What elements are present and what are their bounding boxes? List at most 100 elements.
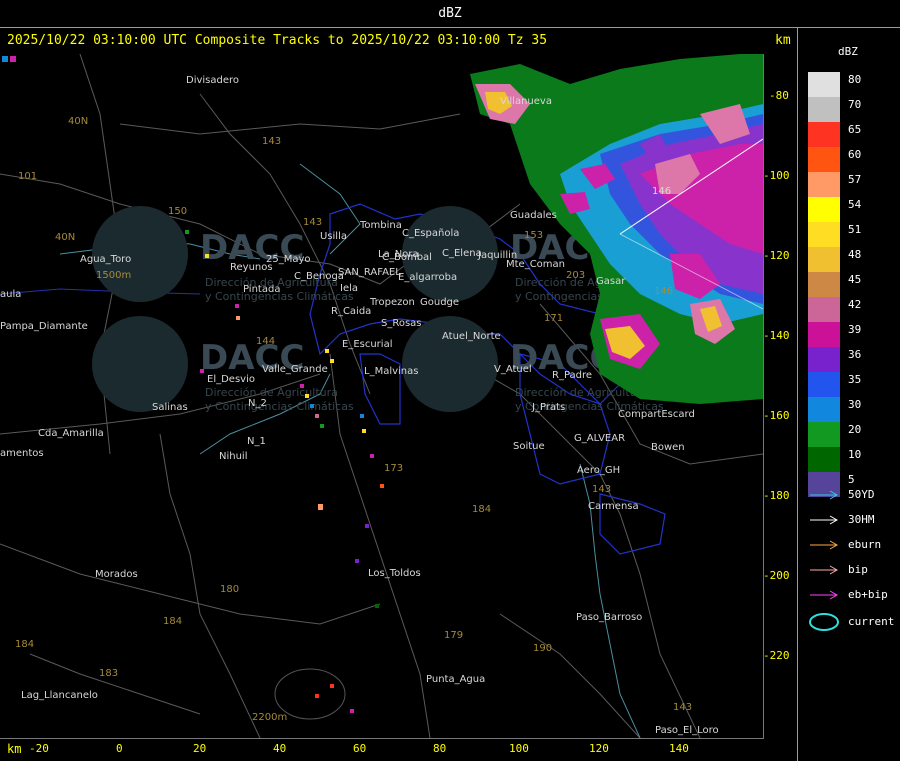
svg-text:aula: aula	[0, 289, 21, 300]
current-label: current	[848, 615, 895, 628]
x-tick: 120	[589, 742, 609, 755]
svg-text:190: 190	[533, 643, 552, 654]
legend-swatch	[808, 222, 840, 247]
arrow-icon	[810, 540, 839, 550]
legend-swatch	[808, 322, 840, 347]
svg-text:Morados: Morados	[95, 569, 138, 580]
legend-swatch	[808, 422, 840, 447]
track-label: 50YD	[848, 488, 875, 501]
road-line	[29, 653, 201, 715]
x-tick: 100	[509, 742, 529, 755]
svg-text:C_Elena: C_Elena	[442, 248, 482, 259]
y-tick: -200	[763, 569, 790, 582]
x-tick: 140	[669, 742, 689, 755]
svg-text:SAN_RAFAEL: SAN_RAFAEL	[338, 267, 401, 278]
current-ellipse-icon	[809, 613, 839, 631]
svg-text:CompartEscard: CompartEscard	[618, 409, 695, 420]
svg-text:Aero_GH: Aero_GH	[577, 465, 620, 476]
current-track-item[interactable]: current	[808, 613, 898, 631]
svg-text:Cda_Amarilla: Cda_Amarilla	[38, 428, 104, 439]
svg-text:R_Caida: R_Caida	[331, 306, 371, 317]
svg-text:N_1: N_1	[247, 436, 266, 447]
boundary-south	[359, 353, 401, 425]
svg-text:40N: 40N	[68, 116, 88, 127]
svg-text:184: 184	[163, 616, 182, 627]
svg-text:S_Rosas: S_Rosas	[381, 318, 422, 329]
svg-text:184: 184	[472, 504, 491, 515]
svg-text:143: 143	[592, 484, 611, 495]
legend-swatch	[808, 247, 840, 272]
track-label: eb+bip	[848, 588, 888, 601]
x-tick: 80	[433, 742, 447, 755]
legend-value: 80	[848, 73, 862, 86]
svg-text:Gasar: Gasar	[596, 276, 626, 287]
x-tick: -20	[29, 742, 49, 755]
radar-map[interactable]: DACC Dirección de Agricultura y Continge…	[0, 54, 763, 738]
panel-divider	[797, 27, 798, 761]
track-item[interactable]: 30HM	[808, 513, 898, 527]
y-tick: -160	[763, 409, 790, 422]
y-tick: -220	[763, 649, 790, 662]
svg-text:184: 184	[15, 639, 34, 650]
x-tick: 60	[353, 742, 367, 755]
legend-swatch	[808, 397, 840, 422]
track-item[interactable]: bip	[808, 563, 898, 577]
svg-text:Pintada: Pintada	[243, 284, 280, 295]
svg-text:Paso_Barroso: Paso_Barroso	[576, 612, 642, 623]
composite-tracks-subtitle: 2025/10/22 03:10:00 UTC Composite Tracks…	[7, 33, 548, 48]
legend-value: 65	[848, 123, 862, 136]
svg-text:203: 203	[566, 270, 585, 281]
legend-swatch	[808, 197, 840, 222]
track-item[interactable]: eburn	[808, 538, 898, 552]
legend-value: 70	[848, 98, 862, 111]
arrow-icon	[810, 490, 839, 500]
legend-value: 39	[848, 323, 862, 336]
x-tick: 40	[273, 742, 287, 755]
svg-text:El_Desvio: El_Desvio	[207, 374, 255, 385]
track-label: bip	[848, 563, 868, 576]
y-tick: -180	[763, 489, 790, 502]
km-unit-top: km	[775, 33, 791, 48]
legend-swatch	[808, 297, 840, 322]
storm-track-label: 146	[652, 186, 671, 197]
svg-text:J_Prats: J_Prats	[531, 402, 565, 413]
svg-text:G_ALVEAR: G_ALVEAR	[574, 433, 625, 444]
track-legend: 50YD 30HM eburn bip eb+bip current	[808, 488, 898, 638]
legend-value: 45	[848, 273, 862, 286]
x-tick: 0	[116, 742, 123, 755]
legend-value: 51	[848, 223, 862, 236]
legend-value: 20	[848, 423, 862, 436]
svg-text:Nihuil: Nihuil	[219, 451, 248, 462]
svg-text:N_2: N_2	[248, 398, 267, 409]
svg-text:Los_Toldos: Los_Toldos	[368, 568, 421, 579]
svg-text:25_Mayo: 25_Mayo	[266, 254, 311, 265]
y-tick: -120	[763, 249, 790, 262]
legend-value: 54	[848, 198, 862, 211]
svg-text:Atuel_Norte: Atuel_Norte	[442, 331, 501, 342]
legend-value: 57	[848, 173, 862, 186]
svg-text:Pampa_Diamante: Pampa_Diamante	[0, 321, 88, 332]
y-tick: -80	[769, 89, 789, 102]
svg-text:y Contingencias Climáticas: y Contingencias Climáticas	[205, 400, 354, 413]
svg-text:V_Atuel: V_Atuel	[494, 364, 532, 375]
svg-text:2200m: 2200m	[252, 712, 287, 723]
legend-swatch	[808, 372, 840, 397]
track-item[interactable]: eb+bip	[808, 588, 898, 602]
legend-value: 48	[848, 248, 862, 261]
svg-text:Iela: Iela	[340, 283, 358, 294]
svg-text:L_Malvinas: L_Malvinas	[364, 366, 418, 377]
svg-text:180: 180	[220, 584, 239, 595]
svg-text:C_Española: C_Española	[402, 228, 459, 239]
legend-value: 5	[848, 473, 855, 486]
legend-value: 60	[848, 148, 862, 161]
legend-value: 10	[848, 448, 862, 461]
svg-text:146: 146	[654, 286, 673, 297]
svg-text:Dirección de Agricultura: Dirección de Agricultura	[205, 386, 338, 399]
svg-text:173: 173	[384, 463, 403, 474]
svg-text:143: 143	[262, 136, 281, 147]
legend-swatch	[808, 97, 840, 122]
track-item[interactable]: 50YD	[808, 488, 898, 502]
svg-text:Punta_Agua: Punta_Agua	[426, 674, 485, 685]
arrow-icon	[810, 515, 839, 525]
km-unit-bottom: km	[7, 742, 22, 756]
